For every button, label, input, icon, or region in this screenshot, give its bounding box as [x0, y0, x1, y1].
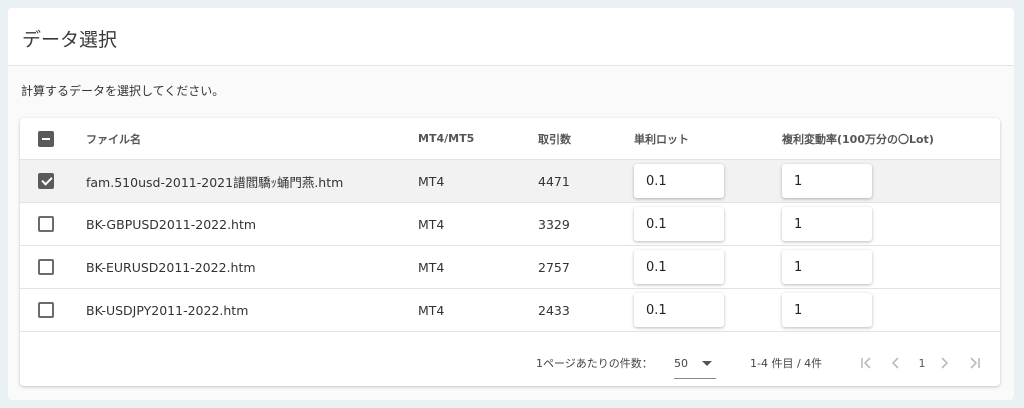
- page-size-value: 50: [674, 357, 688, 370]
- simple-lot-input[interactable]: [634, 293, 724, 327]
- file-name: fam.510usd-2011-2021譜閻驕ｯ蛹門燕.htm: [86, 174, 344, 190]
- card-title: データ選択: [22, 29, 118, 51]
- simple-lot-input[interactable]: [634, 164, 724, 198]
- chevron-right-icon[interactable]: [934, 353, 954, 373]
- file-name: BK-EURUSD2011-2022.htm: [86, 259, 256, 275]
- data-selection-card: データ選択 計算するデータを選択してください。 ファイル名 MT4/MT5 取引…: [8, 8, 1014, 400]
- table-row[interactable]: BK-GBPUSD2011-2022.htm MT4 3329: [20, 203, 1000, 246]
- header-checkbox-cell: [38, 118, 54, 159]
- header-trades[interactable]: 取引数: [538, 118, 571, 159]
- card-header: データ選択: [8, 8, 1014, 66]
- chevron-left-icon[interactable]: [886, 353, 906, 373]
- last-page-icon[interactable]: [965, 353, 985, 373]
- trade-count: 2433: [538, 302, 570, 318]
- row-checkbox[interactable]: [38, 259, 54, 275]
- row-checkbox[interactable]: [38, 302, 54, 318]
- compound-rate-input[interactable]: [782, 207, 872, 241]
- row-checkbox[interactable]: [38, 216, 54, 232]
- instruction-text: 計算するデータを選択してください。: [21, 84, 225, 98]
- header-rate: 複利変動率(100万分の〇Lot): [782, 132, 934, 146]
- first-page-icon[interactable]: [856, 353, 876, 373]
- table-row[interactable]: fam.510usd-2011-2021譜閻驕ｯ蛹門燕.htm MT4 4471: [20, 160, 1000, 203]
- header-file[interactable]: ファイル名: [86, 118, 141, 159]
- select-all-checkbox[interactable]: [38, 130, 54, 147]
- table-row[interactable]: BK-EURUSD2011-2022.htm MT4 2757: [20, 246, 1000, 289]
- file-type: MT4: [418, 173, 445, 189]
- page-size-label: 1ページあたりの件数：: [536, 357, 653, 370]
- data-table: ファイル名 MT4/MT5 取引数 単利ロット 複利変動率(100万分の〇Lot…: [20, 118, 1000, 386]
- simple-lot-input[interactable]: [634, 207, 724, 241]
- current-page-number: 1: [918, 356, 926, 370]
- table-header-row: ファイル名 MT4/MT5 取引数 単利ロット 複利変動率(100万分の〇Lot…: [20, 118, 1000, 160]
- trade-count: 3329: [538, 216, 570, 232]
- file-name: BK-GBPUSD2011-2022.htm: [86, 216, 257, 232]
- file-type: MT4: [418, 259, 445, 275]
- trade-count: 2757: [538, 259, 570, 275]
- trade-count: 4471: [538, 173, 570, 189]
- header-lot: 単利ロット: [634, 132, 689, 146]
- range-label: 1-4 件目 / 4件: [750, 357, 823, 370]
- file-name: BK-USDJPY2011-2022.htm: [86, 302, 249, 318]
- page-size-select[interactable]: 50: [674, 349, 716, 379]
- table-row[interactable]: BK-USDJPY2011-2022.htm MT4 2433: [20, 289, 1000, 332]
- compound-rate-input[interactable]: [782, 164, 872, 198]
- dropdown-caret-icon: [702, 361, 712, 366]
- compound-rate-input[interactable]: [782, 293, 872, 327]
- row-checkbox[interactable]: [38, 173, 54, 189]
- file-type: MT4: [418, 216, 445, 232]
- simple-lot-input[interactable]: [634, 250, 724, 284]
- header-type[interactable]: MT4/MT5: [418, 118, 474, 159]
- file-type: MT4: [418, 302, 445, 318]
- paginator: 1ページあたりの件数： 50 1-4 件目 / 4件 1: [20, 340, 1000, 386]
- compound-rate-input[interactable]: [782, 250, 872, 284]
